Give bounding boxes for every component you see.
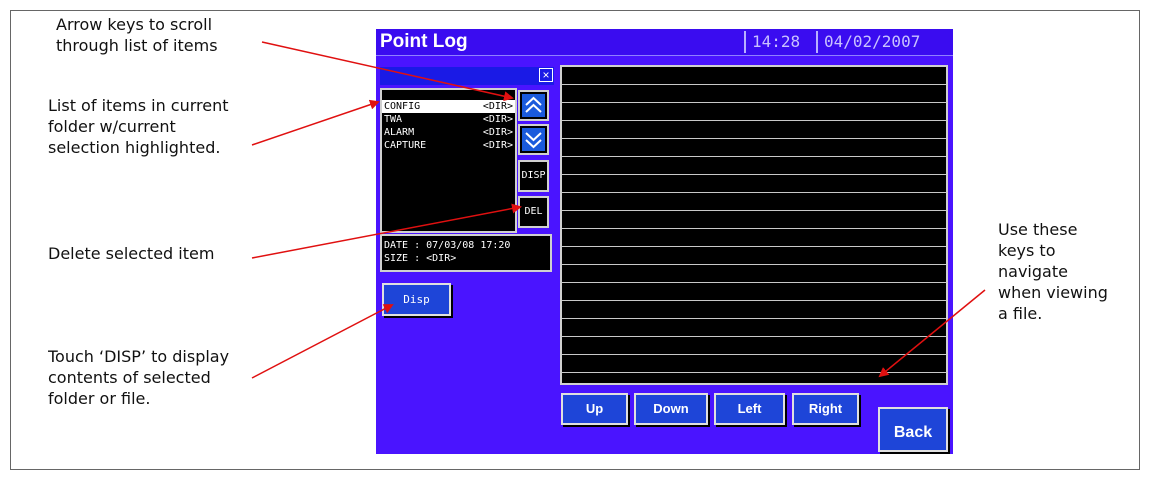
clock-time: 14:28: [744, 31, 814, 53]
viewer-line: [562, 139, 946, 157]
viewer-line: [562, 85, 946, 103]
file-info-size: SIZE : <DIR>: [384, 253, 457, 264]
list-item-name: TWA: [384, 114, 403, 125]
viewer-line: [562, 157, 946, 175]
annotation-delete: Delete selected item: [48, 244, 215, 263]
annotation-list-items: List of items in current folder w/curren…: [48, 96, 229, 157]
right-button[interactable]: Right: [792, 393, 859, 425]
viewer-line: [562, 319, 946, 337]
list-item-type: <DIR>: [482, 114, 513, 125]
viewer-line: [562, 247, 946, 265]
close-icon[interactable]: ×: [539, 68, 553, 82]
viewer-line: [562, 337, 946, 355]
disp-button[interactable]: Disp: [382, 283, 451, 316]
left-button[interactable]: Left: [714, 393, 785, 425]
list-item-name: ALARM: [384, 127, 415, 138]
viewer-line: [562, 355, 946, 373]
double-chevron-up-icon: [522, 94, 545, 117]
list-item-type: <DIR>: [482, 140, 513, 151]
viewer-line: [562, 193, 946, 211]
annotation-disp: Touch ‘DISP’ to display contents of sele…: [48, 347, 230, 408]
list-item-name: CONFIG: [384, 101, 421, 112]
viewer-line: [562, 211, 946, 229]
clock-date: 04/02/2007: [816, 31, 956, 53]
list-item[interactable]: TWA <DIR>: [382, 113, 515, 126]
list-item-name: CAPTURE: [384, 140, 427, 151]
viewer-line: [562, 175, 946, 193]
window-title: Point Log: [380, 31, 468, 52]
viewer-line: [562, 229, 946, 247]
scroll-down-button[interactable]: [518, 124, 549, 155]
annotation-nav-keys: Use these keys to navigate when viewing …: [998, 220, 1108, 323]
delete-button[interactable]: DEL: [518, 196, 549, 228]
file-list: CONFIG <DIR> TWA <DIR> ALARM <DIR> CAPTU…: [380, 88, 517, 233]
device-screen: Point Log 14:28 04/02/2007 × CONFIG <DIR…: [376, 29, 953, 454]
disp-side-button[interactable]: DISP: [518, 160, 549, 192]
file-info: DATE : 07/03/08 17:20 SIZE : <DIR>: [380, 234, 552, 272]
viewer-line: [562, 103, 946, 121]
viewer-line: [562, 301, 946, 319]
title-bar: Point Log 14:28 04/02/2007: [376, 29, 953, 56]
list-item[interactable]: ALARM <DIR>: [382, 126, 515, 139]
file-browser-header: ×: [380, 67, 554, 85]
annotation-arrow-keys: Arrow keys to scroll through list of ite…: [56, 15, 218, 55]
viewer-line: [562, 283, 946, 301]
file-info-date: DATE : 07/03/08 17:20: [384, 240, 511, 251]
list-item-type: <DIR>: [482, 127, 513, 138]
list-item-type: <DIR>: [482, 101, 513, 112]
file-viewer: [560, 65, 948, 385]
up-button[interactable]: Up: [561, 393, 628, 425]
viewer-line: [562, 265, 946, 283]
double-chevron-down-icon: [522, 128, 545, 151]
list-item[interactable]: CAPTURE <DIR>: [382, 139, 515, 152]
list-item[interactable]: CONFIG <DIR>: [382, 100, 515, 113]
viewer-line: [562, 121, 946, 139]
down-button[interactable]: Down: [634, 393, 708, 425]
viewer-line: [562, 67, 946, 85]
scroll-up-button[interactable]: [518, 90, 549, 121]
back-button[interactable]: Back: [878, 407, 948, 452]
